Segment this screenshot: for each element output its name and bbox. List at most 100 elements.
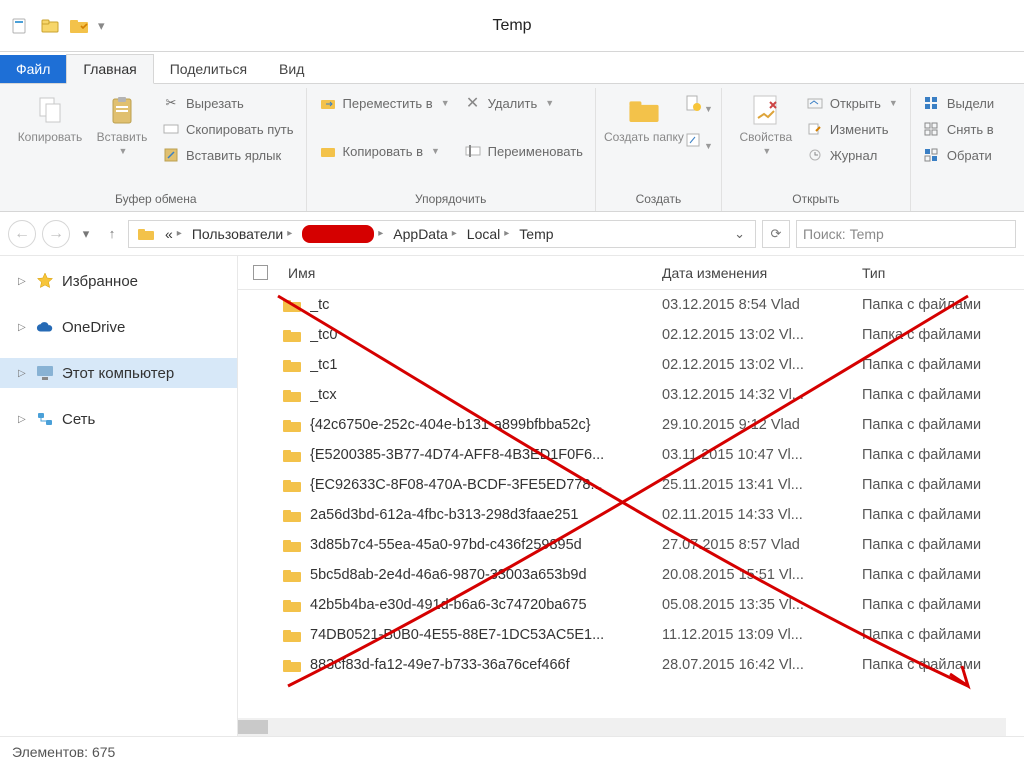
crumb-2-redacted[interactable]: ▸ [298,225,387,243]
open-button[interactable]: Открыть▼ [802,92,902,114]
recent-dropdown[interactable]: ▾ [76,220,96,248]
file-type: Папка с файлами [862,387,1024,403]
refresh-button[interactable]: ⟳ [762,220,790,248]
table-row[interactable]: {EC92633C-8F08-470A-BCDF-3FE5ED778...25.… [238,470,1024,500]
folder-icon: {42c6750e-252c-404e-b131-a899bfbba52c} [310,417,591,433]
horizontal-scrollbar[interactable] [238,718,1006,736]
up-button[interactable]: ↑ [102,220,122,248]
table-row[interactable]: _tcx03.12.2015 14:32 Vl...Папка с файлам… [238,380,1024,410]
easy-access-icon[interactable]: ▼ [684,131,713,152]
crumb-folder-icon[interactable] [133,227,159,241]
col-date[interactable]: Дата изменения [662,265,862,281]
crumb-4[interactable]: Local▸ [463,226,514,242]
file-date: 03.12.2015 14:32 Vl... [662,387,862,403]
table-row[interactable]: 2a56d3bd-612a-4fbc-b313-298d3faae25102.1… [238,500,1024,530]
new-folder-button[interactable]: Создать папку [604,88,684,189]
chevron-down-icon: ▼ [441,98,450,108]
file-date: 29.10.2015 9:12 Vlad [662,417,862,433]
paste-button[interactable]: Вставить ▼ [86,88,158,189]
crumb-3[interactable]: AppData▸ [389,226,461,242]
folder-icon: 3d85b7c4-55ea-45a0-97bd-c436f259895d [310,537,582,553]
edit-button[interactable]: Изменить [802,118,902,140]
forward-button[interactable]: → [42,220,70,248]
folder-icon: 42b5b4ba-e30d-491d-b6a6-3c74720ba675 [310,597,587,613]
back-button[interactable]: ← [8,220,36,248]
file-name: _tc [282,297,662,313]
table-row[interactable]: 42b5b4ba-e30d-491d-b6a6-3c74720ba67505.0… [238,590,1024,620]
copy-button[interactable]: Копировать [14,88,86,189]
invert-selection-button[interactable]: Обрати [919,144,998,166]
col-name[interactable]: Имя [282,265,662,281]
group-open-label: Открыть [730,189,902,211]
file-date: 03.11.2015 10:47 Vl... [662,447,862,463]
table-row[interactable]: {E5200385-3B77-4D74-AFF8-4B3ED1F0F6...03… [238,440,1024,470]
file-type: Папка с файлами [862,567,1024,583]
file-type: Папка с файлами [862,597,1024,613]
folder-icon: _tc0 [310,327,337,343]
nav-network[interactable]: ▷ Сеть [0,404,237,434]
nav-onedrive[interactable]: ▷ OneDrive [0,312,237,342]
status-bar: Элементов: 675 [0,736,1024,766]
new-item-icon[interactable]: ▼ [684,94,713,115]
col-type[interactable]: Тип [862,265,1024,281]
file-date: 20.08.2015 15:51 Vl... [662,567,862,583]
folder-icon: _tc1 [310,357,337,373]
rename-button[interactable]: Переименовать [460,140,587,162]
qat-dropdown-icon[interactable]: ▾ [98,18,112,34]
select-none-icon [923,120,941,138]
properties-icon[interactable] [8,14,32,38]
col-check[interactable] [238,265,282,280]
nav-favorites[interactable]: ▷ Избранное [0,266,237,296]
file-name: 883cf83d-fa12-49e7-b733-36a76cef466f [282,657,662,673]
delete-button[interactable]: ✕Удалить▼ [460,92,587,114]
history-button[interactable]: Журнал [802,144,902,166]
folder-check-icon[interactable] [68,14,92,38]
tab-home[interactable]: Главная [66,54,153,84]
paste-shortcut-button[interactable]: Вставить ярлык [158,144,298,166]
crumb-1[interactable]: Пользователи▸ [188,226,296,242]
expand-icon[interactable]: ▷ [18,368,28,379]
nav-thispc[interactable]: ▷ Этот компьютер [0,358,237,388]
tab-file[interactable]: Файл [0,55,66,83]
file-date: 02.11.2015 14:33 Vl... [662,507,862,523]
copy-to-button[interactable]: Копировать в▼ [315,140,454,162]
crumb-5[interactable]: Temp [515,226,557,242]
move-icon [319,94,337,112]
folder-icon: {EC92633C-8F08-470A-BCDF-3FE5ED778... [310,477,603,493]
file-date: 11.12.2015 13:09 Vl... [662,627,862,643]
select-none-button[interactable]: Снять в [919,118,998,140]
tab-share[interactable]: Поделиться [154,55,263,83]
onedrive-icon [36,318,54,336]
table-row[interactable]: _tc002.12.2015 13:02 Vl...Папка с файлам… [238,320,1024,350]
table-row[interactable]: 3d85b7c4-55ea-45a0-97bd-c436f259895d27.0… [238,530,1024,560]
table-row[interactable]: {42c6750e-252c-404e-b131-a899bfbba52c} 29… [238,410,1024,440]
file-list: Имя Дата изменения Тип _tc03.12.2015 8:5… [238,256,1024,736]
group-new: Создать папку ▼ ▼ Создать [596,88,722,211]
group-new-label: Создать [604,189,713,211]
cut-button[interactable]: ✂Вырезать [158,92,298,114]
table-row[interactable]: _tc03.12.2015 8:54 VladПапка с файлами [238,290,1024,320]
expand-icon[interactable]: ▷ [18,276,28,287]
breadcrumb[interactable]: «▸ Пользователи▸ ▸ AppData▸ Local▸ Temp … [128,220,756,248]
copy-path-button[interactable]: Скопировать путь [158,118,298,140]
search-input[interactable]: Поиск: Temp [796,220,1016,248]
file-name: _tcx [282,387,662,403]
move-to-button[interactable]: Переместить в▼ [315,92,454,114]
expand-icon[interactable]: ▷ [18,414,28,425]
new-folder-icon[interactable] [38,14,62,38]
file-date: 02.12.2015 13:02 Vl... [662,327,862,343]
table-row[interactable]: 74DB0521-B0B0-4E55-88E7-1DC53AC5E1...11.… [238,620,1024,650]
network-icon [36,410,54,428]
table-row[interactable]: 883cf83d-fa12-49e7-b733-36a76cef466f28.0… [238,650,1024,680]
properties-button[interactable]: Свойства ▼ [730,88,802,189]
crumb-0[interactable]: «▸ [161,226,186,242]
folder-icon: _tc [310,297,329,313]
path-dropdown-icon[interactable]: ⌄ [728,226,751,242]
expand-icon[interactable]: ▷ [18,322,28,333]
file-type: Папка с файлами [862,477,1024,493]
select-all-button[interactable]: Выдели [919,92,998,114]
tab-view[interactable]: Вид [263,55,320,83]
shortcut-icon [162,146,180,164]
table-row[interactable]: 5bc5d8ab-2e4d-46a6-9870-33003a653b9d20.0… [238,560,1024,590]
table-row[interactable]: _tc102.12.2015 13:02 Vl...Папка с файлам… [238,350,1024,380]
